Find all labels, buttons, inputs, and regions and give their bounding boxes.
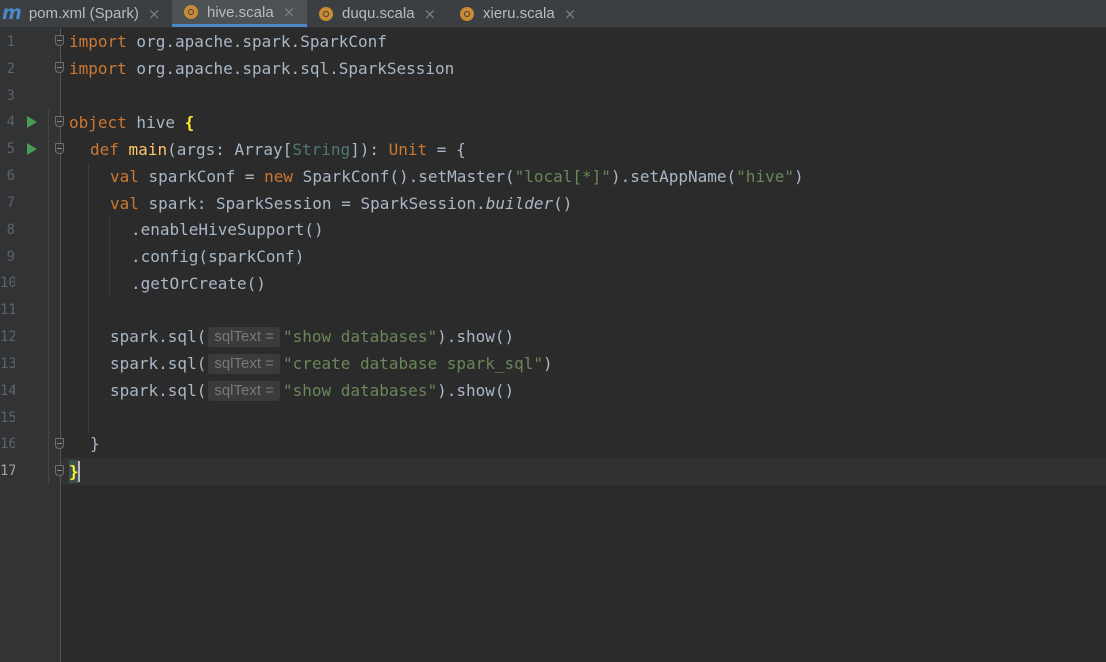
line-number: 9 [6,249,15,265]
close-icon[interactable]: × [564,5,577,23]
fold-icon[interactable] [55,438,64,449]
fold-icon[interactable] [55,116,64,127]
code-line-6[interactable]: val sparkConf = new SparkConf().setMaste… [110,163,804,190]
tab-label: xieru.scala [483,5,555,22]
code-line-14[interactable]: spark.sql(sqlText = "show databases").sho… [110,377,514,404]
code-line-8[interactable]: .enableHiveSupport() [131,216,324,243]
parameter-hint: sqlText = [208,381,280,401]
maven-icon: m [2,2,22,24]
tab-label: duqu.scala [342,5,415,22]
line-number: 8 [6,222,15,238]
indent-guide [88,163,89,433]
code-line-16[interactable]: } [90,430,100,457]
editor-gutter: 1 2 3 4 5 6 7 8 9 10 11 12 13 14 15 16 1… [0,28,64,662]
code-line-9[interactable]: .config(sparkConf) [131,243,304,270]
line-number: 7 [6,195,15,211]
close-icon[interactable]: × [283,3,296,21]
editor-tab-bar: m pom.xml (Spark) × hive.scala × duqu.sc… [0,0,1106,28]
scope-indent-guide [48,109,49,485]
text-caret [78,461,80,482]
line-number: 10 [0,275,15,291]
line-number: 15 [0,410,15,426]
current-line-highlight [61,458,1106,485]
close-icon[interactable]: × [424,5,437,23]
line-number: 17 [0,463,15,479]
line-number: 5 [6,141,15,157]
line-number: 11 [0,302,15,318]
fold-icon[interactable] [55,35,64,46]
code-line-10[interactable]: .getOrCreate() [131,270,266,297]
fold-icon[interactable] [55,465,64,476]
fold-icon[interactable] [55,62,64,73]
line-number: 6 [6,168,15,184]
run-icon[interactable] [27,143,37,155]
code-line-5[interactable]: def main(args: Array[String]): Unit = { [90,136,466,163]
line-number: 2 [6,61,15,77]
scala-object-icon [184,5,198,19]
tab-hive-scala[interactable]: hive.scala × [172,0,307,27]
code-line-1[interactable]: import org.apache.spark.SparkConf [69,28,387,55]
code-line-2[interactable]: import org.apache.spark.sql.SparkSession [69,55,454,82]
line-number: 14 [0,383,15,399]
tab-label: pom.xml (Spark) [28,5,139,22]
close-icon[interactable]: × [148,5,161,23]
line-number: 1 [6,34,15,50]
code-line-12[interactable]: spark.sql(sqlText = "show databases").sho… [110,323,514,350]
tab-duqu-scala[interactable]: duqu.scala × [307,0,460,27]
fold-icon[interactable] [55,143,64,154]
code-line-13[interactable]: spark.sql(sqlText = "create database spar… [110,350,553,377]
code-line-4[interactable]: object hive { [69,109,194,136]
line-number: 4 [6,114,15,130]
scala-object-icon [460,6,474,21]
code-line-7[interactable]: val spark: SparkSession = SparkSession.b… [110,190,572,217]
line-number: 16 [0,436,15,452]
line-number: 12 [0,329,15,345]
parameter-hint: sqlText = [208,354,280,374]
run-icon[interactable] [27,116,37,128]
scala-object-icon [319,6,333,21]
line-number: 13 [0,356,15,372]
tab-xieru-scala[interactable]: xieru.scala × [448,0,605,27]
tab-label: hive.scala [207,3,274,21]
line-number: 3 [6,88,15,104]
tab-pom-xml[interactable]: m pom.xml (Spark) × [0,0,174,27]
parameter-hint: sqlText = [208,327,280,347]
indent-guide [109,216,110,298]
